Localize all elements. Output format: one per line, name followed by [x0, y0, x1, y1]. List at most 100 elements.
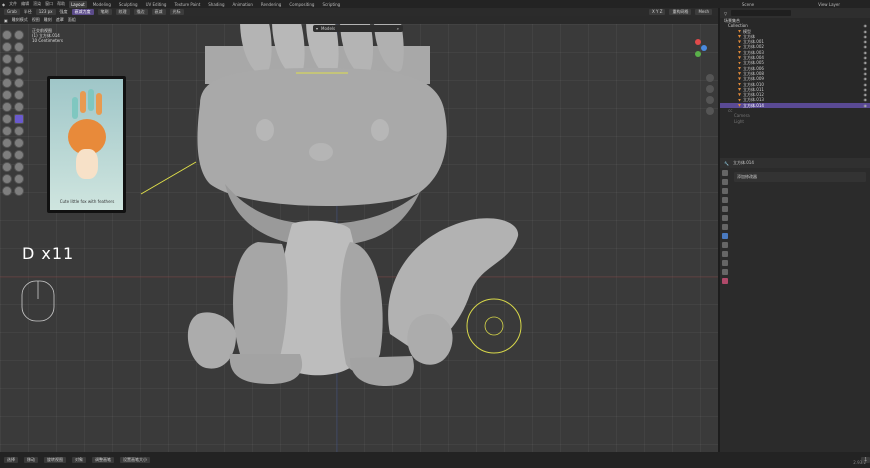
- layer-tool-icon[interactable]: [14, 54, 24, 64]
- tab-scripting[interactable]: Scripting: [320, 1, 342, 8]
- tab-animation[interactable]: Animation: [231, 1, 255, 8]
- foot-left: [229, 354, 303, 384]
- falloff-chip[interactable]: 衰减力度: [71, 9, 94, 15]
- view-layer-selector[interactable]: View Layer: [818, 2, 840, 7]
- add-modifier-dropdown[interactable]: 添加修改器: [734, 172, 866, 182]
- leg-left: [187, 312, 236, 369]
- tool-tab-icon[interactable]: [722, 170, 728, 176]
- remesh-button[interactable]: 重构网格: [669, 9, 692, 15]
- rotate-tool-icon[interactable]: [14, 150, 24, 160]
- viewport-mode-chip[interactable]: ▾ Models ⌕: [313, 25, 403, 32]
- radius-label: 半径: [23, 9, 32, 14]
- modifier-tab-icon[interactable]: [722, 233, 728, 239]
- cursor-menu[interactable]: 光标: [169, 9, 184, 15]
- navigation-gizmo[interactable]: [686, 28, 710, 68]
- mesh-icon: [738, 88, 741, 91]
- pan-icon[interactable]: [706, 85, 714, 93]
- mode-selector[interactable]: Mesh: [695, 9, 712, 15]
- falloff-menu[interactable]: 衰减: [151, 9, 166, 15]
- radius-field[interactable]: 123 px: [35, 9, 56, 15]
- 3d-viewport[interactable]: 正交前视图 (1) 立方体.014 10 Centimeters ▾ Model…: [0, 24, 718, 452]
- status-object: 对象: [72, 457, 86, 463]
- clay-strips-tool-icon[interactable]: [14, 42, 24, 52]
- output-tab-icon[interactable]: [722, 188, 728, 194]
- symmetry-toggle[interactable]: X Y Z: [649, 9, 666, 15]
- list-item[interactable]: Light: [720, 119, 870, 124]
- filter-icon[interactable]: ▽: [724, 11, 727, 16]
- mask-tool-icon[interactable]: [2, 186, 12, 196]
- particles-tab-icon[interactable]: [722, 242, 728, 248]
- perspective-toggle-icon[interactable]: [706, 107, 714, 115]
- status-select: 选择: [4, 457, 18, 463]
- snake-hook-tool-icon[interactable]: [14, 126, 24, 136]
- inflate-tool-icon[interactable]: [2, 66, 12, 76]
- scene-selector[interactable]: Scene: [742, 2, 754, 7]
- pose-tool-icon[interactable]: [14, 138, 24, 148]
- blob-tool-icon[interactable]: [14, 66, 24, 76]
- camera-view-icon[interactable]: [706, 96, 714, 104]
- elastic-tool-icon[interactable]: [2, 126, 12, 136]
- grab-tool-icon[interactable]: [14, 114, 24, 124]
- tab-sculpting[interactable]: Sculpting: [117, 1, 140, 8]
- material-tab-icon[interactable]: [722, 278, 728, 284]
- tab-rendering[interactable]: Rendering: [259, 1, 283, 8]
- editor-type-icon[interactable]: ▣: [4, 18, 8, 23]
- nudge-tool-icon[interactable]: [2, 150, 12, 160]
- blender-logo-icon[interactable]: ◆: [2, 2, 5, 7]
- flatten-tool-icon[interactable]: [2, 90, 12, 100]
- texture-menu[interactable]: 纹理: [115, 9, 130, 15]
- stroke-menu[interactable]: 描边: [133, 9, 148, 15]
- mask-menu[interactable]: 遮罩: [56, 17, 64, 23]
- object-tab-icon[interactable]: [722, 224, 728, 230]
- menu-help[interactable]: 帮助: [57, 1, 65, 7]
- clay-tool-icon[interactable]: [2, 42, 12, 52]
- boundary-tool-icon[interactable]: [14, 162, 24, 172]
- draw-face-sets-tool-icon[interactable]: [14, 186, 24, 196]
- menu-window[interactable]: 窗口: [45, 1, 53, 7]
- smooth-tool-icon[interactable]: [14, 78, 24, 88]
- face-sets-menu[interactable]: 面组: [68, 17, 76, 23]
- draw-tool-icon[interactable]: [2, 30, 12, 40]
- zoom-icon[interactable]: [706, 74, 714, 82]
- tab-layout[interactable]: Layout: [69, 0, 87, 8]
- sculpt-toolbar: [2, 30, 28, 196]
- properties-tabs: [722, 170, 730, 284]
- multiplane-tool-icon[interactable]: [14, 102, 24, 112]
- thumb-tool-icon[interactable]: [2, 138, 12, 148]
- slide-relax-tool-icon[interactable]: [2, 162, 12, 172]
- visibility-icon[interactable]: ◉: [864, 103, 868, 108]
- physics-tab-icon[interactable]: [722, 251, 728, 257]
- fill-tool-icon[interactable]: [14, 90, 24, 100]
- simplify-tool-icon[interactable]: [14, 174, 24, 184]
- mode-dropdown[interactable]: 雕刻模式: [12, 17, 28, 23]
- menu-edit[interactable]: 编辑: [21, 1, 29, 7]
- brush-menu[interactable]: 笔刷: [97, 9, 112, 15]
- view-layer-tab-icon[interactable]: [722, 197, 728, 203]
- constraints-tab-icon[interactable]: [722, 260, 728, 266]
- render-tab-icon[interactable]: [722, 179, 728, 185]
- menu-file[interactable]: 文件: [9, 1, 17, 7]
- tab-uv-editing[interactable]: UV Editing: [144, 1, 169, 8]
- menu-render[interactable]: 渲染: [33, 1, 41, 7]
- arm-right: [340, 242, 383, 373]
- clay-thumb-tool-icon[interactable]: [2, 54, 12, 64]
- data-tab-icon[interactable]: [722, 269, 728, 275]
- pinch-tool-icon[interactable]: [2, 114, 12, 124]
- tab-compositing[interactable]: Compositing: [287, 1, 316, 8]
- crease-tool-icon[interactable]: [2, 78, 12, 88]
- scrape-tool-icon[interactable]: [2, 102, 12, 112]
- brush-selector[interactable]: Grab: [4, 9, 20, 15]
- draw-sharp-tool-icon[interactable]: [14, 30, 24, 40]
- scene-tab-icon[interactable]: [722, 206, 728, 212]
- world-tab-icon[interactable]: [722, 215, 728, 221]
- outliner-search[interactable]: [731, 10, 792, 16]
- tab-modeling[interactable]: Modeling: [91, 1, 113, 8]
- mesh-icon: [738, 35, 741, 39]
- view-menu[interactable]: 视图: [32, 17, 40, 23]
- nose: [309, 143, 333, 161]
- sculpt-menu[interactable]: 雕刻: [44, 17, 52, 23]
- tab-texture-paint[interactable]: Texture Paint: [172, 1, 202, 8]
- mesh-icon: [738, 29, 741, 33]
- cloth-tool-icon[interactable]: [2, 174, 12, 184]
- tab-shading[interactable]: Shading: [206, 1, 226, 8]
